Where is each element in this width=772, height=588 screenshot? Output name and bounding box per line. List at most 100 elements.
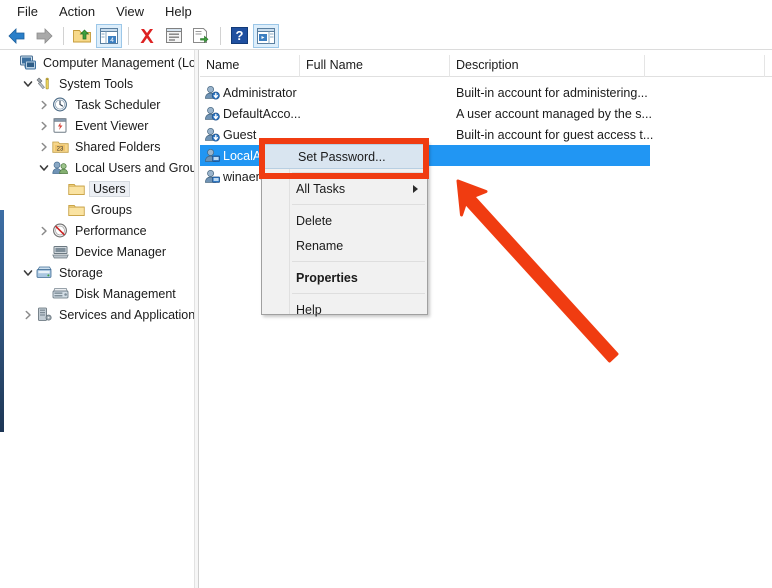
clock-icon (51, 97, 69, 113)
action-pane-icon (257, 27, 275, 44)
svg-text:4: 4 (110, 37, 114, 44)
console-tree-icon: 4 (100, 27, 118, 44)
ctx-rename[interactable]: Rename (262, 233, 427, 258)
tree-node-computer-management-local[interactable]: Computer Management (Local (0, 52, 194, 73)
show-hide-tree-button[interactable]: 4 (96, 23, 122, 48)
row-name-label: Guest (223, 127, 257, 142)
menu-view[interactable]: View (107, 2, 153, 21)
export-list-button[interactable] (188, 24, 214, 48)
ctx-properties[interactable]: Properties (262, 265, 427, 290)
menu-bar: File Action View Help (0, 0, 772, 22)
folder-icon (67, 181, 85, 197)
row-description-cell: A user account managed by the s... (456, 106, 652, 121)
toolbar-separator-2 (128, 26, 129, 45)
row-description-cell: Built-in account for administering... (456, 85, 648, 100)
red-x-icon (140, 28, 154, 43)
context-menu-separator (292, 293, 425, 294)
tree-node-label: System Tools (59, 76, 134, 91)
up-one-level-button[interactable] (69, 24, 95, 48)
tree-node-label: Shared Folders (75, 139, 161, 154)
properties-button[interactable] (161, 24, 187, 48)
tree-node-label: Event Viewer (75, 118, 149, 133)
svg-text:?: ? (235, 28, 243, 43)
performance-icon (51, 223, 69, 239)
ctx-all-tasks[interactable]: All Tasks (262, 176, 427, 201)
user-icon (203, 169, 220, 185)
menu-file[interactable]: File (8, 2, 47, 21)
column-header-description[interactable]: Description (450, 55, 645, 77)
show-action-pane-button[interactable] (253, 23, 279, 48)
properties-icon (166, 28, 182, 43)
tree-node-shared-folders[interactable]: 23 Shared Folders (0, 136, 194, 157)
table-row[interactable]: DefaultAcco... A user account managed by … (200, 103, 772, 124)
shared-folders-icon: 23 (51, 139, 69, 155)
chevron-down-icon[interactable] (20, 73, 35, 94)
tree-node-label: Local Users and Groups (75, 160, 194, 175)
help-button[interactable]: ? (226, 24, 252, 48)
folder-icon (67, 202, 85, 218)
tree-node-label: Computer Management (Local (43, 55, 194, 70)
chevron-right-icon[interactable] (36, 115, 51, 136)
tree-node-label: Groups (91, 202, 132, 217)
user-disabled-icon (203, 85, 220, 101)
tree-node-disk-management[interactable]: Disk Management (0, 283, 194, 304)
tree-node-services-and-applications[interactable]: Services and Applications (0, 304, 194, 325)
back-button[interactable] (4, 24, 30, 48)
context-menu: Set Password... All Tasks Delete Rename Prop… (261, 141, 428, 317)
system-tools-icon (35, 76, 53, 92)
chevron-right-icon[interactable] (36, 136, 51, 157)
column-header-blank[interactable] (645, 55, 765, 77)
computer-icon (19, 55, 37, 71)
context-menu-item-label: Help (296, 302, 322, 317)
chevron-right-icon[interactable] (20, 304, 35, 325)
row-name-label: Administrator (223, 85, 297, 100)
folder-up-icon (73, 29, 91, 42)
services-icon (35, 307, 53, 323)
tree-node-performance[interactable]: Performance (0, 220, 194, 241)
forward-button[interactable] (31, 24, 57, 48)
tree-node-groups[interactable]: Groups (0, 199, 194, 220)
chevron-down-icon[interactable] (36, 157, 51, 178)
disk-management-icon (51, 286, 69, 302)
ctx-set-password[interactable]: Set Password... (263, 144, 426, 169)
tree-node-storage[interactable]: Storage (0, 262, 194, 283)
table-row[interactable]: Administrator Built-in account for admini… (200, 82, 772, 103)
tree-node-local-users-and-groups[interactable]: Local Users and Groups (0, 157, 194, 178)
row-name-label: DefaultAcco... (223, 106, 300, 121)
tree-node-label: Task Scheduler (75, 97, 161, 112)
toolbar-separator-1 (63, 26, 64, 45)
console-tree-pane: Computer Management (Local System Tools Ta… (0, 50, 194, 588)
export-list-icon (193, 28, 209, 43)
chevron-right-icon[interactable] (36, 94, 51, 115)
context-menu-separator (292, 172, 425, 173)
tree-node-users[interactable]: Users (0, 178, 194, 199)
context-menu-item-label: All Tasks (296, 181, 346, 196)
tree-node-event-viewer[interactable]: Event Viewer (0, 115, 194, 136)
pane-splitter[interactable] (194, 50, 199, 588)
menu-action[interactable]: Action (50, 2, 104, 21)
menu-help[interactable]: Help (156, 2, 201, 21)
chevron-down-icon[interactable] (20, 262, 35, 283)
chevron-right-icon[interactable] (36, 220, 51, 241)
toolbar-separator-3 (220, 26, 221, 45)
tree-node-task-scheduler[interactable]: Task Scheduler (0, 94, 194, 115)
submenu-arrow-icon (413, 185, 418, 193)
question-mark-icon: ? (230, 27, 248, 44)
delete-button[interactable] (134, 24, 160, 48)
tree-root: Computer Management (Local System Tools Ta… (0, 52, 194, 325)
column-header-name[interactable]: Name (200, 55, 300, 77)
tree-node-label: Performance (75, 223, 147, 238)
context-menu-items: Set Password... All Tasks Delete Rename Prop… (262, 142, 427, 322)
ctx-delete[interactable]: Delete (262, 208, 427, 233)
tree-node-system-tools[interactable]: System Tools (0, 73, 194, 94)
ctx-help[interactable]: Help (262, 297, 427, 322)
row-description-cell: Built-in account for guest access t... (456, 127, 654, 142)
tree-node-device-manager[interactable]: Device Manager (0, 241, 194, 262)
user-disabled-icon (203, 106, 220, 122)
column-header-full-name[interactable]: Full Name (300, 55, 450, 77)
tree-node-label: Services and Applications (59, 307, 194, 322)
